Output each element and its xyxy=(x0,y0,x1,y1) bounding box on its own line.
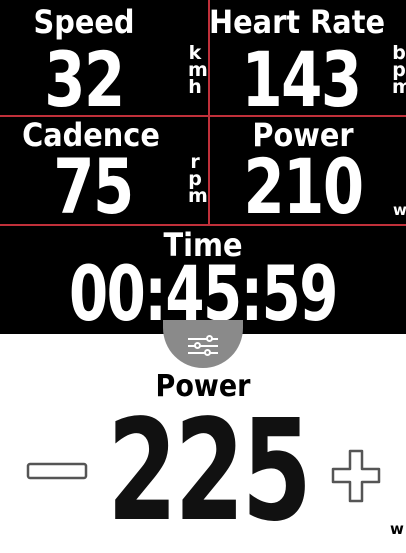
field-value: 75 xyxy=(53,142,134,231)
field-unit: w xyxy=(393,201,406,219)
increase-button[interactable] xyxy=(331,449,381,507)
heart-rate-field[interactable]: Heart Rate 143 bpm xyxy=(209,0,406,124)
power-field[interactable]: Power 210 w xyxy=(210,117,406,231)
field-unit: kmh xyxy=(188,42,208,98)
speed-field[interactable]: Speed 32 kmh xyxy=(0,0,208,124)
cadence-field[interactable]: Cadence 75 rpm xyxy=(0,117,208,231)
field-value: 32 xyxy=(44,35,125,124)
minus-icon xyxy=(26,462,88,480)
field-value: 210 xyxy=(243,142,364,231)
field-label: Heart Rate xyxy=(209,3,385,41)
time-field[interactable]: Time 00:45:59 xyxy=(0,226,406,334)
editor-value: 225 xyxy=(107,390,312,553)
data-screen: Speed 32 kmh Heart Rate 143 bpm Cadence … xyxy=(0,0,406,334)
decrease-button[interactable] xyxy=(26,461,88,485)
field-label: Speed xyxy=(33,3,135,41)
field-unit: bpm xyxy=(392,42,406,98)
field-value: 143 xyxy=(241,35,362,124)
sliders-icon xyxy=(188,334,218,358)
plus-icon xyxy=(331,449,381,503)
editor-unit: w xyxy=(390,520,404,538)
field-unit: rpm xyxy=(188,151,208,207)
menu-tab[interactable] xyxy=(163,320,243,368)
